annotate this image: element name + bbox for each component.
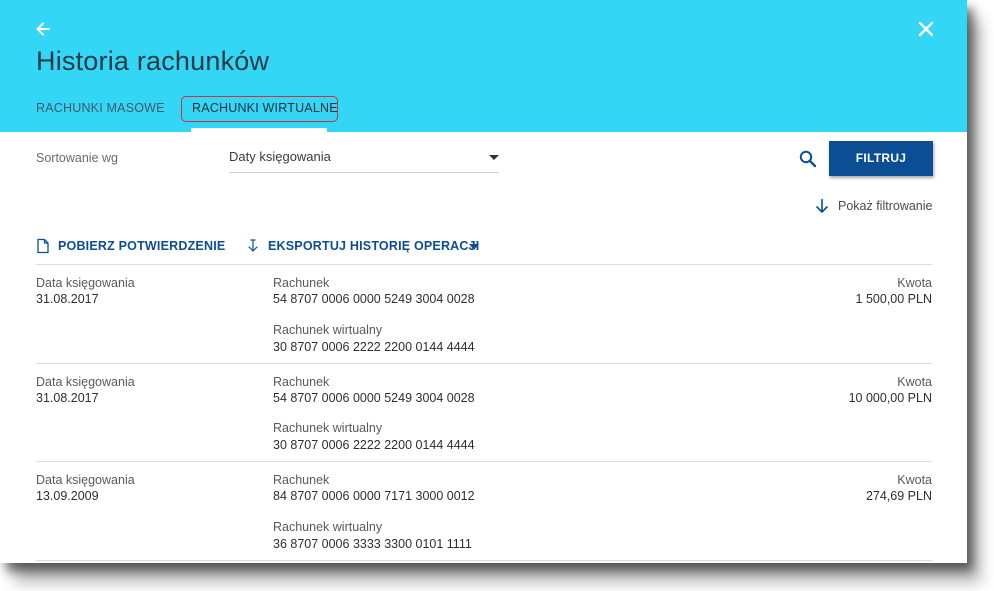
export-history-label: EKSPORTUJ HISTORIĘ OPERACJI: [268, 239, 480, 253]
date-label: Data księgowania: [36, 375, 135, 389]
arrow-down-icon: [814, 198, 830, 214]
history-row[interactable]: Data księgowania 31.08.2017 Rachunek 54 …: [36, 364, 932, 462]
virtual-account-value: 30 8707 0006 2222 2200 0144 4444: [273, 340, 475, 354]
history-row[interactable]: Data księgowania 31.08.2017 Rachunek 54 …: [36, 265, 932, 363]
show-filter-label: Pokaż filtrowanie: [838, 199, 933, 213]
amount-value: 1 500,00 PLN: [855, 292, 932, 306]
chevron-down-icon: [489, 155, 499, 160]
sort-selected-value: Daty księgowania: [229, 149, 331, 164]
account-value: 84 8707 0006 0000 7171 3000 0012: [273, 489, 475, 503]
document-icon: [36, 238, 50, 254]
filter-button[interactable]: FILTRUJ: [829, 141, 933, 176]
account-label: Rachunek: [273, 473, 330, 487]
sort-select[interactable]: Daty księgowania: [229, 145, 499, 173]
date-label: Data księgowania: [36, 473, 135, 487]
arrow-left-icon[interactable]: [33, 19, 53, 39]
date-value: 13.09.2009: [36, 489, 99, 503]
history-row[interactable]: Data księgowania 13.09.2009 Rachunek 84 …: [36, 462, 932, 560]
virtual-account-label: Rachunek wirtualny: [273, 520, 383, 534]
page-title: Historia rachunków: [36, 46, 270, 76]
account-value: 54 8707 0006 0000 5249 3004 0028: [273, 391, 475, 405]
sort-label: Sortowanie wg: [36, 151, 118, 165]
account-history-window: Historia rachunków RACHUNKI MASOWE RACHU…: [0, 0, 967, 563]
amount-label: Kwota: [897, 276, 932, 290]
close-icon[interactable]: [915, 18, 937, 40]
amount-label: Kwota: [897, 375, 932, 389]
date-value: 31.08.2017: [36, 391, 99, 405]
account-value: 54 8707 0006 0000 5249 3004 0028: [273, 292, 475, 306]
amount-value: 274,69 PLN: [865, 489, 932, 503]
date-label: Data księgowania: [36, 276, 135, 290]
account-label: Rachunek: [273, 276, 330, 290]
divider: [36, 560, 932, 561]
virtual-account-value: 36 8707 0006 3333 3300 0101 1111: [273, 537, 472, 551]
download-confirmation-label: POBIERZ POTWIERDZENIE: [58, 239, 226, 253]
tab-rachunki-masowe[interactable]: RACHUNKI MASOWE: [36, 101, 165, 115]
virtual-account-label: Rachunek wirtualny: [273, 421, 383, 435]
date-value: 31.08.2017: [36, 292, 99, 306]
active-tab-indicator: [191, 128, 327, 132]
amount-label: Kwota: [897, 473, 932, 487]
virtual-account-label: Rachunek wirtualny: [273, 323, 383, 337]
virtual-account-value: 30 8707 0006 2222 2200 0144 4444: [273, 438, 475, 452]
export-arrow-icon: [246, 238, 260, 254]
search-icon[interactable]: [798, 149, 818, 169]
tab-rachunki-wirtualne[interactable]: RACHUNKI WIRTUALNE: [192, 101, 338, 115]
caret-down-icon: [469, 244, 479, 250]
page-header: Historia rachunków RACHUNKI MASOWE RACHU…: [0, 0, 967, 132]
account-label: Rachunek: [273, 375, 330, 389]
amount-value: 10 000,00 PLN: [848, 391, 932, 405]
